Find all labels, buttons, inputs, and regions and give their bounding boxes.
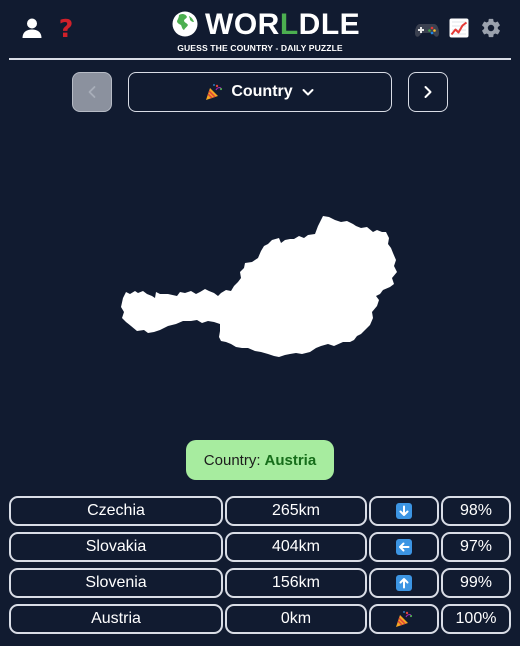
guess-direction: [369, 604, 439, 634]
controller-icon[interactable]: [414, 18, 440, 42]
guess-country: Austria: [9, 604, 223, 634]
header-divider: [9, 58, 511, 60]
guess-distance: 265km: [225, 496, 367, 526]
gear-icon[interactable]: [480, 17, 502, 39]
guess-row: Slovenia 156km 99%: [9, 568, 511, 604]
country-shape: [121, 216, 397, 357]
guess-proximity: 100%: [441, 604, 511, 634]
guess-distance: 0km: [225, 604, 367, 634]
guess-proximity: 97%: [441, 532, 511, 562]
guess-row: Austria 0km 100%: [9, 604, 511, 640]
guess-direction: [369, 532, 439, 562]
result-badge: Country: Austria: [186, 440, 334, 480]
guess-direction: [369, 568, 439, 598]
brand: WORLDLE GUESS THE COUNTRY - DAILY PUZZLE: [172, 8, 360, 56]
help-icon[interactable]: ?: [56, 14, 76, 43]
subtitle: GUESS THE COUNTRY - DAILY PUZZLE: [177, 43, 343, 53]
guess-row: Slovakia 404km 97%: [9, 532, 511, 568]
arrow-left-icon: [396, 539, 412, 555]
guess-row: Czechia 265km 98%: [9, 496, 511, 532]
mode-label: Country: [231, 83, 293, 100]
arrow-down-icon: [396, 503, 412, 519]
stats-icon[interactable]: [449, 18, 469, 38]
header: ? WORLDLE GUESS THE COUNTRY - DAILY PUZZ…: [0, 0, 520, 60]
result-answer: Austria: [264, 451, 317, 469]
arrow-up-icon: [396, 575, 412, 591]
guess-list: Czechia 265km 98% Slovakia 404km 97% Slo…: [9, 496, 511, 640]
globe-icon: [172, 11, 198, 37]
guess-country: Slovenia: [9, 568, 223, 598]
guess-proximity: 98%: [441, 496, 511, 526]
guess-direction: [369, 496, 439, 526]
chevron-right-icon: [424, 86, 432, 98]
user-icon[interactable]: [20, 16, 44, 40]
guess-distance: 404km: [225, 532, 367, 562]
party-popper-icon: [206, 84, 223, 100]
guess-country: Slovakia: [9, 532, 223, 562]
guess-distance: 156km: [225, 568, 367, 598]
guess-proximity: 99%: [441, 568, 511, 598]
party-popper-icon: [396, 611, 413, 627]
result-label: Country:: [203, 451, 261, 469]
chevron-down-icon: [302, 89, 314, 96]
mode-select[interactable]: Country: [128, 72, 392, 112]
chevron-left-icon: [88, 86, 96, 98]
logo-text: WORLDLE: [205, 8, 361, 41]
previous-button[interactable]: [72, 72, 112, 112]
next-button[interactable]: [408, 72, 448, 112]
guess-country: Czechia: [9, 496, 223, 526]
